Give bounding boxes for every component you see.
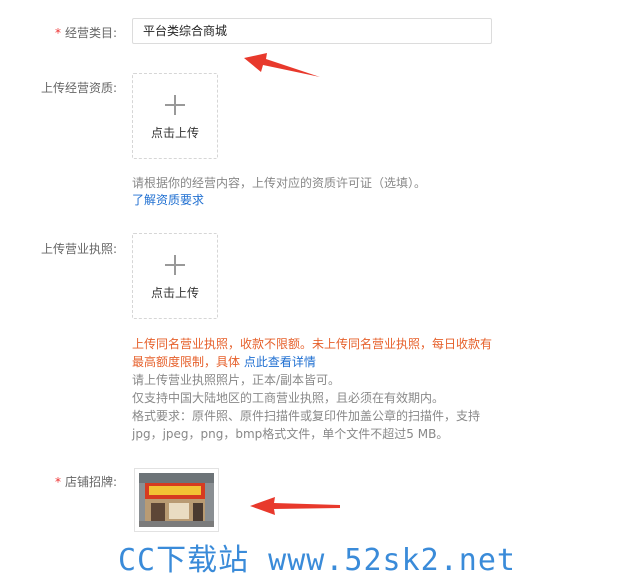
signboard-thumbnail[interactable]	[134, 468, 219, 532]
category-input[interactable]: 平台类综合商城	[132, 18, 492, 44]
qualification-upload[interactable]: 点击上传	[132, 73, 218, 159]
license-note-line-2: 仅支持中国大陆地区的工商营业执照，且必须在有效期内。	[132, 391, 445, 405]
signboard-label-text: 店铺招牌:	[64, 475, 117, 489]
license-warning-text: 最高额度限制，具体	[132, 355, 244, 369]
license-warning-line-1: 上传同名营业执照，收款不限额。未上传同名营业执照，每日收款有	[132, 337, 493, 351]
qualification-label: 上传经营资质:	[40, 81, 117, 95]
qualification-hint: 请根据你的经营内容，上传对应的资质许可证（选填）。	[132, 176, 427, 190]
upload-label: 点击上传	[150, 126, 199, 140]
upload-label: 点击上传	[150, 286, 199, 300]
license-notes: 上传同名营业执照，收款不限额。未上传同名营业执照，每日收款有 最高额度限制，具体…	[132, 335, 497, 443]
plus-icon	[165, 255, 185, 275]
required-asterisk: *	[54, 26, 61, 40]
arrow-annotation	[244, 53, 320, 77]
arrow-annotation	[250, 497, 340, 515]
license-note-line-4: jpg，jpeg，png，bmp格式文件，单个文件不超过5 MB。	[132, 427, 449, 441]
storefront-photo	[139, 473, 214, 527]
license-label: 上传营业执照:	[40, 242, 117, 256]
signboard-label: * 店铺招牌:	[55, 473, 117, 490]
license-detail-link[interactable]: 点此查看详情	[244, 355, 316, 369]
required-asterisk: *	[54, 475, 61, 489]
plus-icon	[165, 95, 185, 115]
license-note-line-3: 格式要求：原件照、原件扫描件或复印件加盖公章的扫描件，支持	[132, 409, 481, 423]
watermark: CC下载站 www.52sk2.net	[118, 543, 516, 578]
category-label: * 经营类目:	[55, 24, 117, 41]
license-note-line-1: 请上传营业执照照片，正本/副本皆可。	[132, 373, 341, 387]
license-warning-line-2: 最高额度限制，具体 点此查看详情	[132, 353, 497, 371]
license-upload[interactable]: 点击上传	[132, 233, 218, 319]
category-label-text: 经营类目:	[64, 26, 117, 40]
qualification-link[interactable]: 了解资质要求	[132, 192, 204, 209]
